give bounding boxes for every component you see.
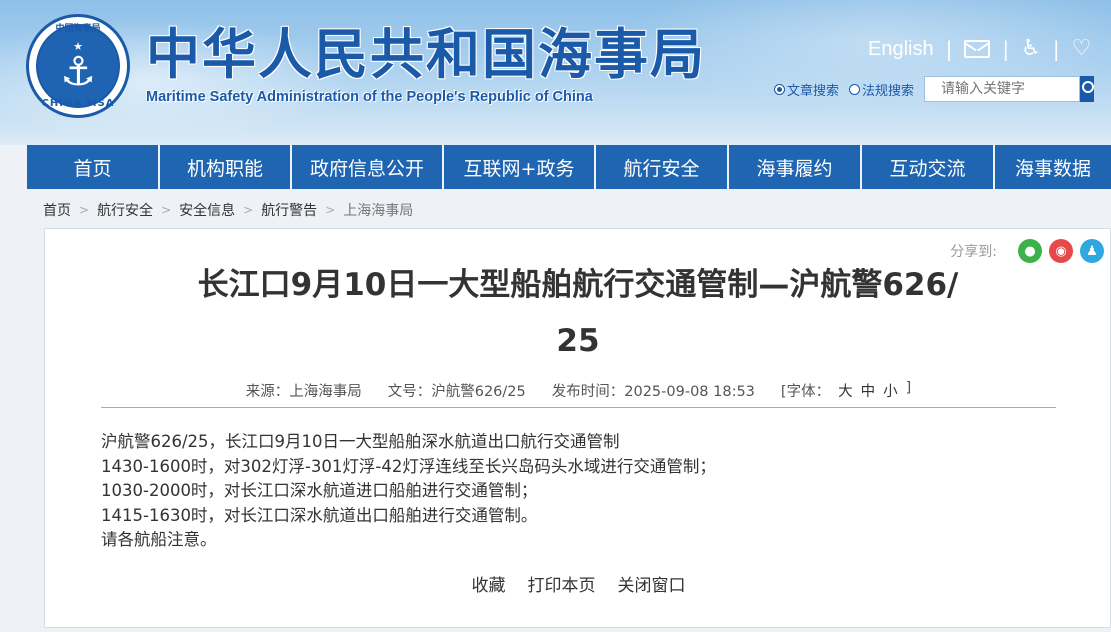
accessibility-icon[interactable]: ♿ <box>1021 38 1041 60</box>
nav-item-navigation-safety[interactable]: 航行安全 <box>596 145 729 189</box>
article-body: 沪航警626/25，长江口9月10日一大型船舶深水航道出口航行交通管制 1430… <box>101 430 1056 553</box>
search-icon <box>1082 81 1095 93</box>
breadcrumb-item[interactable]: 航行警告 <box>261 200 317 220</box>
breadcrumb-item-current[interactable]: 上海海事局 <box>343 200 413 220</box>
article-paragraph: 1030-2000时，对长江口深水航道进口船舶进行交通管制； <box>101 481 538 500</box>
search-option-articles[interactable]: 文章搜索 <box>774 80 839 99</box>
article-title: 长江口9月10日一大型船舶航行交通管制—沪航警626/ 25 <box>145 257 1011 369</box>
article-publish-time: 发布时间：2025-09-08 18:53 <box>551 384 755 400</box>
chevron-right-icon: > <box>79 203 90 217</box>
msa-logo[interactable]: 中国海事局 ★ ⚓ CHINA MSA <box>26 14 130 118</box>
nav-item-compliance[interactable]: 海事履约 <box>729 145 862 189</box>
close-window-button[interactable]: 关闭窗口 <box>618 571 686 596</box>
site-header: 中国海事局 ★ ⚓ CHINA MSA 中华人民共和国海事局 Maritime … <box>0 0 1111 145</box>
font-size-controls: [字体： 大 中 小 ] <box>781 380 911 401</box>
font-large-button[interactable]: 大 <box>838 380 853 401</box>
separator: | <box>945 37 953 61</box>
logo-ring-top-text: 中国海事局 <box>55 24 101 34</box>
article-actions: 收藏 打印本页 关闭窗口 <box>45 571 1111 596</box>
article-title-line: 长江口9月10日一大型船舶航行交通管制—沪航警626/ <box>197 267 959 303</box>
search-option-label: 法规搜索 <box>862 83 915 99</box>
top-links: English | | ♿ | ♡ <box>868 34 1091 64</box>
nav-item-home[interactable]: 首页 <box>27 145 160 189</box>
chevron-right-icon: > <box>243 203 254 217</box>
logo-emblem: ★ ⚓ <box>36 24 120 108</box>
font-size-bracket: ] <box>905 380 912 396</box>
font-size-label: [字体： <box>780 384 831 400</box>
font-small-button[interactable]: 小 <box>883 380 898 401</box>
article-paragraph: 1430-1600时，对302灯浮-301灯浮-42灯浮连线至长兴岛码头水域进行… <box>101 456 716 476</box>
favorite-button[interactable]: 收藏 <box>472 571 506 596</box>
search-area: 文章搜索 法规搜索 <box>774 76 1095 102</box>
weibo-icon[interactable]: ◉ <box>1049 239 1073 263</box>
article-doc-number: 文号：沪航警626/25 <box>387 384 526 400</box>
search-option-regulations[interactable]: 法规搜索 <box>849 80 914 99</box>
breadcrumb-item[interactable]: 航行安全 <box>97 200 153 220</box>
main-nav: 首页 机构职能 政府信息公开 互联网+政务 航行安全 海事履约 互动交流 海事数… <box>27 145 1111 189</box>
qq-icon[interactable]: ♟ <box>1080 239 1104 263</box>
article-paragraph: 沪航警626/25，长江口9月10日一大型船舶深水航道出口航行交通管制 <box>101 432 620 451</box>
nav-item-gov-info[interactable]: 政府信息公开 <box>292 145 444 189</box>
print-button[interactable]: 打印本页 <box>528 571 596 596</box>
english-link[interactable]: English <box>868 38 934 61</box>
search-option-label: 文章搜索 <box>787 83 840 99</box>
article-paragraph: 1415-1630时，对长江口深水航道出口船舶进行交通管制。 <box>101 505 538 525</box>
font-medium-button[interactable]: 中 <box>861 380 876 401</box>
site-subtitle: Maritime Safety Administration of the Pe… <box>146 89 593 105</box>
anchor-icon: ⚓ <box>60 48 96 95</box>
breadcrumb-item[interactable]: 首页 <box>43 200 71 220</box>
article-panel: 分享到: ● ◉ ♟ 长江口9月10日一大型船舶航行交通管制—沪航警626/ 2… <box>44 228 1111 628</box>
nav-item-functions[interactable]: 机构职能 <box>160 145 292 189</box>
site-title[interactable]: 中华人民共和国海事局 <box>146 22 706 86</box>
search-input[interactable] <box>924 76 1081 102</box>
separator: | <box>1052 37 1060 61</box>
breadcrumb-item[interactable]: 安全信息 <box>179 200 235 220</box>
nav-item-data[interactable]: 海事数据 <box>995 145 1111 189</box>
mail-icon[interactable] <box>964 40 991 58</box>
article-title-line: 25 <box>556 323 600 359</box>
chevron-right-icon: > <box>161 203 172 217</box>
separator: | <box>1002 37 1010 61</box>
nav-item-interaction[interactable]: 互动交流 <box>862 145 995 189</box>
elder-care-icon[interactable]: ♡ <box>1072 38 1092 60</box>
article-meta: 来源：上海海事局 文号：沪航警626/25 发布时间：2025-09-08 18… <box>45 380 1111 401</box>
meta-divider <box>101 407 1056 408</box>
radio-unselected-icon[interactable] <box>849 83 861 95</box>
article-source: 来源：上海海事局 <box>245 384 362 400</box>
wechat-icon[interactable]: ● <box>1018 239 1042 263</box>
logo-ring-bottom-text: CHINA MSA <box>41 98 115 109</box>
search-button[interactable] <box>1080 76 1095 102</box>
nav-item-internet-gov[interactable]: 互联网+政务 <box>444 145 596 189</box>
article-paragraph: 请各航船注意。 <box>101 530 217 549</box>
chevron-right-icon: > <box>325 203 336 217</box>
radio-selected-icon[interactable] <box>774 83 785 95</box>
breadcrumb: 首页 > 航行安全 > 安全信息 > 航行警告 > 上海海事局 <box>43 200 413 220</box>
